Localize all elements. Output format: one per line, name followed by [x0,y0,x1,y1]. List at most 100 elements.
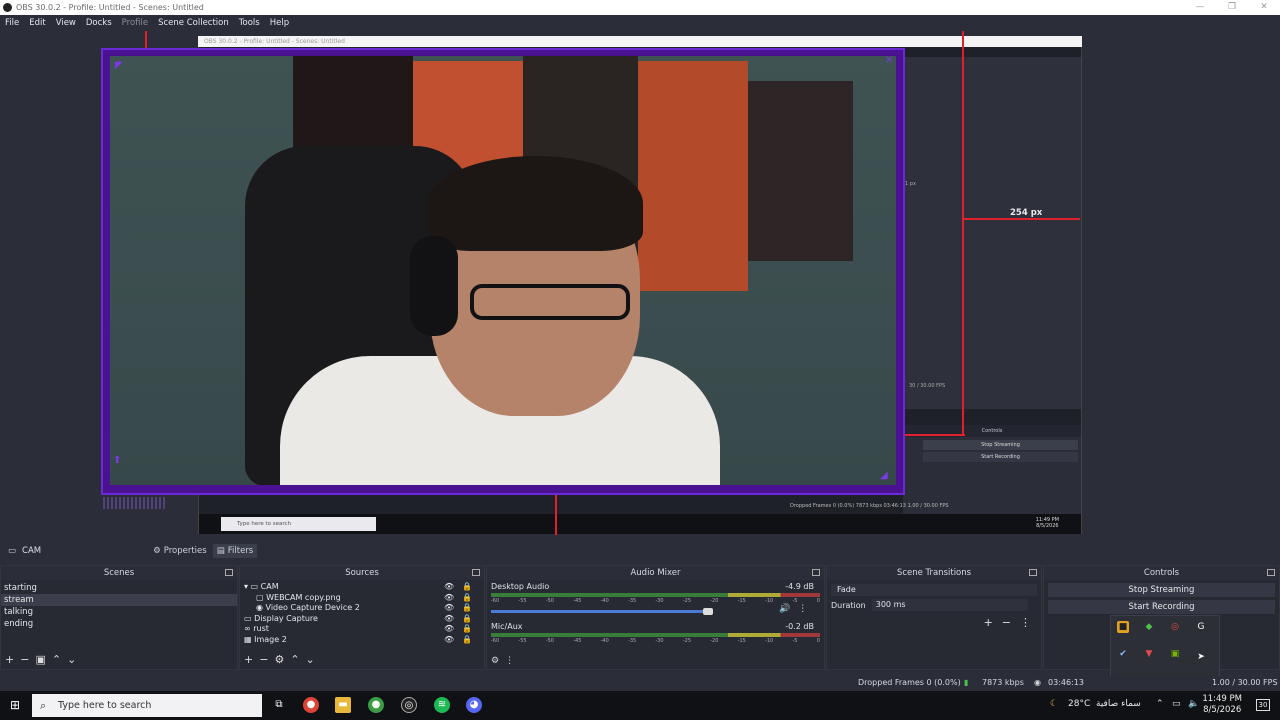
app-icon[interactable]: ■ [1117,621,1129,633]
add-icon[interactable]: + [984,616,993,629]
move-down-icon[interactable]: ⌄ [306,653,315,666]
remove-icon[interactable]: − [20,653,29,666]
g-hub-icon[interactable]: G [1195,621,1207,633]
source-item[interactable]: ▦ Image 2 👁 🔒 [240,635,484,646]
scene-item-starting[interactable]: starting [1,582,237,594]
notification-icon[interactable]: 30 [1256,699,1270,711]
spotify-icon[interactable]: ≋ [434,697,450,713]
volume-icon[interactable]: 🔈 [1188,699,1199,709]
bitrate: 7873 kbps [982,678,1024,687]
scene-item-ending[interactable]: ending [1,618,237,630]
poster-panel [638,61,748,291]
task-view-icon[interactable]: ⧉ [271,697,287,713]
undock-icon[interactable] [225,569,233,576]
discord-icon[interactable]: ◕ [466,697,482,713]
source-item[interactable]: ∞ rust 👁 🔒 [240,624,484,635]
scene-item-stream[interactable]: stream [1,594,237,606]
add-icon[interactable]: + [5,653,14,666]
undock-icon[interactable] [472,569,480,576]
lock-icon[interactable]: 🔒 [462,614,472,625]
filter-icon: ▤ [216,545,225,556]
remove-icon[interactable]: − [1002,616,1011,629]
source-item[interactable]: ▭ Display Capture 👁 🔒 [240,614,484,625]
menu-docks[interactable]: Docks [86,18,112,28]
menu-scene-collection[interactable]: Scene Collection [158,18,229,28]
menu-view[interactable]: View [56,18,76,28]
eye-icon[interactable]: 👁 [444,614,454,625]
filters-button[interactable]: ▤ Filters [212,543,258,558]
menu-help[interactable]: Help [270,18,289,28]
lock-icon[interactable]: 🔒 [462,582,472,593]
obs-icon[interactable]: ◎ [401,697,417,713]
duration-input[interactable]: 300 ms [871,599,1028,611]
corner-x-icon: ✕ [885,55,894,66]
weather-desc[interactable]: سماء صافية [1096,699,1141,709]
volume-slider[interactable] [491,608,713,615]
taskbar-search-text: Type here to search [58,700,152,711]
remove-icon[interactable]: − [259,653,268,666]
menu-tools[interactable]: Tools [239,18,260,28]
headphones [410,236,458,336]
app-icon[interactable]: ▼ [1143,648,1155,660]
menu-profile[interactable]: Profile [122,18,148,28]
add-icon[interactable]: + [244,653,253,666]
steam-icon[interactable]: ✔ [1117,648,1129,660]
source-item[interactable]: ◉ Video Capture Device 2 👁 🔒 [240,603,484,614]
undock-icon[interactable] [812,569,820,576]
lock-icon[interactable]: 🔒 [462,624,472,635]
nested-stop-streaming: Stop Streaming [923,440,1078,450]
chrome-icon[interactable]: ● [303,697,319,713]
source-item[interactable]: ▾ ▭ CAM 👁 🔒 [240,582,484,593]
eye-icon[interactable]: 👁 [444,582,454,593]
file-explorer-icon[interactable]: ▬ [335,697,351,713]
undock-icon[interactable] [1267,569,1275,576]
lock-icon[interactable]: 🔒 [462,593,472,604]
person-hair [428,156,643,251]
undock-icon[interactable] [1029,569,1037,576]
weather-temp[interactable]: 28°C [1068,699,1090,709]
eye-icon[interactable]: 👁 [444,635,454,646]
restore-button[interactable]: ❐ [1216,0,1248,15]
more-icon[interactable]: ⋮ [505,656,514,666]
menu-file[interactable]: File [5,18,19,28]
close-button[interactable]: ✕ [1248,0,1280,15]
move-up-icon[interactable]: ⌃ [290,653,299,666]
taskbar-clock[interactable]: 11:49 PM 8/5/2026 [1202,694,1242,716]
scene-item-talking[interactable]: talking [1,606,237,618]
gear-icon[interactable]: ⚙ [491,656,499,666]
speaker-icon[interactable]: 🔊 [779,604,790,614]
chrome-icon[interactable]: ● [368,697,384,713]
move-down-icon[interactable]: ⌄ [67,653,76,666]
app-icon[interactable]: ◎ [1169,621,1181,633]
transition-select[interactable]: Fade [831,584,1037,596]
scene-transitions-dock: Scene Transitions Fade Duration 300 ms +… [826,565,1042,670]
more-icon[interactable]: ⋮ [1020,616,1031,629]
menu-edit[interactable]: Edit [29,18,45,28]
chevron-up-icon[interactable]: ⌃ [1156,699,1164,709]
move-up-icon[interactable]: ⌃ [52,653,61,666]
source-item[interactable]: ▢ WEBCAM copy.png 👁 🔒 [240,593,484,604]
taskbar-search[interactable]: ⌕ Type here to search [32,694,262,717]
app-icon[interactable]: ◆ [1143,621,1155,633]
track-name: Desktop Audio [491,582,550,591]
webcam-video[interactable] [110,56,896,485]
nvidia-icon[interactable]: ▣ [1169,648,1181,660]
eye-icon[interactable]: 👁 [444,603,454,614]
windows-start-icon[interactable]: ⊞ [10,699,23,712]
eye-icon[interactable]: 👁 [444,593,454,604]
lock-icon[interactable]: 🔒 [462,603,472,614]
filter-icon[interactable]: ▣ [35,653,45,666]
scenes-list[interactable]: starting stream talking ending [1,582,237,630]
minimize-button[interactable]: — [1184,0,1216,15]
stop-streaming-button[interactable]: Stop Streaming [1048,583,1275,597]
fps: 1.00 / 30.00 FPS [1212,678,1278,687]
eye-icon[interactable]: 👁 [444,624,454,635]
gear-icon[interactable]: ⚙ [274,653,284,666]
network-icon[interactable]: ▭ [1172,699,1181,709]
sources-list[interactable]: ▾ ▭ CAM 👁 🔒 ▢ WEBCAM copy.png 👁 🔒 ◉ Video Ca… [240,582,484,645]
more-icon[interactable]: ⋮ [798,604,807,614]
lock-icon[interactable]: 🔒 [462,635,472,646]
start-recording-button[interactable]: Start Recording [1048,600,1275,614]
properties-button[interactable]: ⚙ Properties [149,544,211,558]
slider-knob[interactable] [703,608,713,615]
